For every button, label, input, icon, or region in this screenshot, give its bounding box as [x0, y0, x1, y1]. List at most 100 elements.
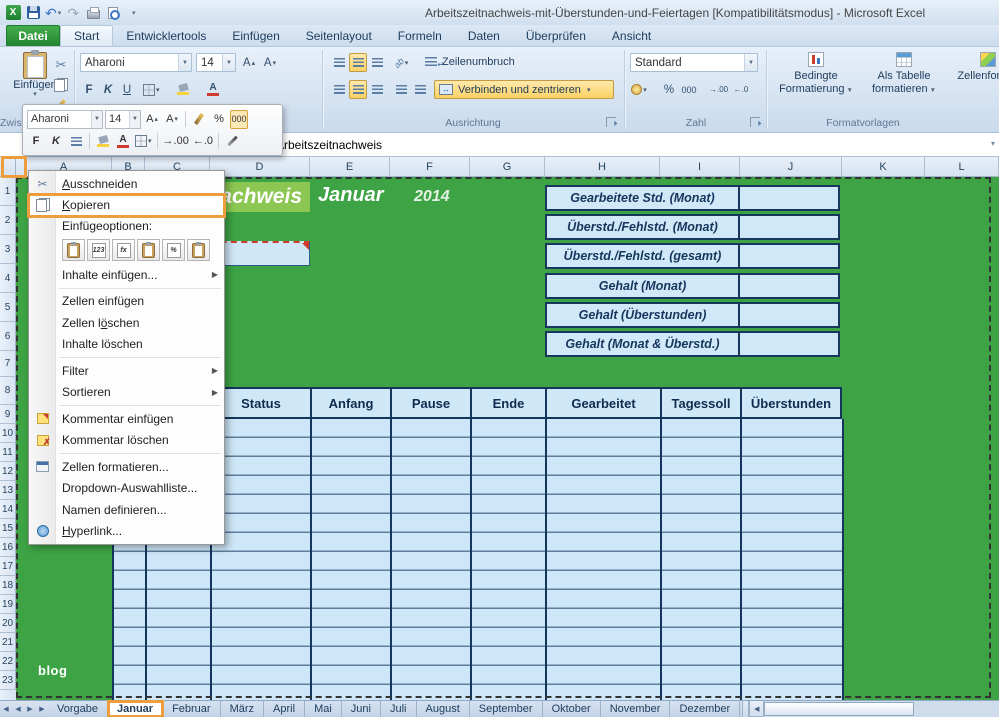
menu-item-kommentar-einfuegen[interactable]: Kommentar einfügen: [29, 408, 224, 430]
row-header-18[interactable]: 18: [0, 576, 16, 595]
cell-styles-button[interactable]: Zellenformat: [948, 52, 999, 83]
row-header-19[interactable]: 19: [0, 595, 16, 614]
menu-item-hyperlink[interactable]: Hyperlink...: [29, 521, 224, 543]
row-header-4[interactable]: 4: [0, 264, 16, 293]
sheet-tab-maerz[interactable]: März: [221, 701, 264, 717]
row-header-22[interactable]: 22: [0, 652, 16, 671]
shrink-font-button[interactable]: A▾: [261, 53, 279, 72]
paste-option-werte[interactable]: 123: [87, 239, 110, 261]
row-header-8[interactable]: 8: [0, 377, 16, 405]
mini-comma-style-button[interactable]: 000: [230, 110, 248, 129]
menu-item-filter[interactable]: Filter▶: [29, 360, 224, 382]
sheet-tab-august[interactable]: August: [417, 701, 470, 717]
first-sheet-button[interactable]: ◀: [0, 701, 12, 717]
row-header-3[interactable]: 3: [0, 235, 16, 264]
column-header-j[interactable]: J: [740, 157, 842, 177]
bold-button[interactable]: F: [80, 80, 98, 99]
sheet-tab-april[interactable]: April: [264, 701, 305, 717]
sheet-tab-januar[interactable]: Januar: [108, 701, 163, 717]
menu-item-kopieren[interactable]: Kopieren: [29, 195, 224, 217]
tab-formeln[interactable]: Formeln: [385, 25, 455, 46]
grow-font-button[interactable]: A▴: [240, 53, 258, 72]
redo-button[interactable]: ↷: [65, 4, 81, 22]
fill-color-button[interactable]: [174, 80, 192, 99]
comment-marked-cell[interactable]: [210, 241, 310, 266]
column-header-d[interactable]: D: [210, 157, 310, 177]
menu-item-zellen-einfuegen[interactable]: Zellen einfügen: [29, 291, 224, 313]
mini-bold-button[interactable]: F: [27, 132, 45, 151]
paste-option-formeln[interactable]: fx: [112, 239, 135, 261]
increase-indent-button[interactable]: [411, 80, 429, 99]
print-button[interactable]: [85, 4, 101, 22]
row-header-15[interactable]: 15: [0, 519, 16, 538]
expand-formula-bar-icon[interactable]: ▾: [991, 139, 995, 148]
row-header-2[interactable]: 2: [0, 206, 16, 235]
orientation-button[interactable]: ab▾: [392, 53, 410, 72]
sheet-tab-oktober[interactable]: Oktober: [543, 701, 601, 717]
tab-daten[interactable]: Daten: [455, 25, 513, 46]
summary-value-cell[interactable]: [738, 214, 840, 240]
italic-button[interactable]: K: [99, 80, 117, 99]
tab-ansicht[interactable]: Ansicht: [599, 25, 664, 46]
mini-font-size-select[interactable]: 14▼: [105, 110, 141, 129]
sheet-tab-mai[interactable]: Mai: [305, 701, 342, 717]
row-header-21[interactable]: 21: [0, 633, 16, 652]
column-header-g[interactable]: G: [470, 157, 545, 177]
mini-font-name-select[interactable]: Aharoni▼: [27, 110, 103, 129]
paste-option-prozentwerte[interactable]: %: [162, 239, 185, 261]
menu-item-namen-definieren[interactable]: Namen definieren...: [29, 499, 224, 521]
menu-item-zellen-formatieren[interactable]: Zellen formatieren...: [29, 456, 224, 478]
mini-format-button[interactable]: [223, 132, 241, 151]
percent-style-button[interactable]: %: [660, 80, 678, 99]
sheet-tab-vorgabe[interactable]: Vorgabe: [48, 701, 108, 717]
save-button[interactable]: [25, 4, 41, 22]
font-color-button[interactable]: A: [204, 80, 222, 99]
menu-item-inhalte-loeschen[interactable]: Inhalte löschen: [29, 334, 224, 356]
sheet-tab-februar[interactable]: Februar: [163, 701, 221, 717]
align-left-button[interactable]: [330, 80, 348, 99]
align-center-button[interactable]: [349, 80, 367, 99]
number-format-select[interactable]: Standard▼: [630, 53, 758, 72]
column-header-k[interactable]: K: [842, 157, 925, 177]
paste-option-einfuegen[interactable]: [62, 239, 85, 261]
font-size-select[interactable]: 14▼: [196, 53, 236, 72]
sheet-tab-juni[interactable]: Juni: [342, 701, 381, 717]
column-header-f[interactable]: F: [390, 157, 470, 177]
mini-font-color-button[interactable]: A: [114, 132, 132, 151]
sheet-tab-september[interactable]: September: [470, 701, 543, 717]
copy-button[interactable]: [52, 75, 70, 94]
mini-format-painter-button[interactable]: [190, 110, 208, 129]
sheet-tab-dezember[interactable]: Dezember: [670, 701, 740, 717]
summary-value-cell[interactable]: [738, 302, 840, 328]
menu-item-zellen-loeschen[interactable]: Zellen löschen: [29, 312, 224, 334]
row-header-20[interactable]: 20: [0, 614, 16, 633]
align-right-button[interactable]: [368, 80, 386, 99]
mini-decrease-decimal-button[interactable]: ←.0: [192, 132, 214, 151]
mini-grow-font-button[interactable]: A▴: [143, 110, 161, 129]
mini-shrink-font-button[interactable]: A▾: [163, 110, 181, 129]
menu-item-dropdown-auswahlliste[interactable]: Dropdown-Auswahlliste...: [29, 478, 224, 500]
format-as-table-button[interactable]: Als Tabelle formatieren▼: [862, 52, 946, 97]
row-header-7[interactable]: 7: [0, 351, 16, 377]
print-preview-button[interactable]: [105, 4, 121, 22]
row-header-13[interactable]: 13: [0, 481, 16, 500]
number-dialog-launcher[interactable]: [750, 117, 760, 127]
summary-value-cell[interactable]: [738, 273, 840, 299]
row-header-10[interactable]: 10: [0, 424, 16, 443]
horizontal-scrollbar[interactable]: [764, 701, 999, 717]
customize-qat-button[interactable]: ▾: [125, 4, 141, 22]
mini-percent-button[interactable]: %: [210, 110, 228, 129]
borders-button[interactable]: ▾: [142, 80, 161, 99]
column-header-h[interactable]: H: [545, 157, 660, 177]
column-header-l[interactable]: L: [925, 157, 999, 177]
formula-bar-text[interactable]: Arbeitszeitnachweis: [276, 133, 382, 157]
decrease-indent-button[interactable]: [392, 80, 410, 99]
paste-option-verknuepfen[interactable]: [187, 239, 210, 261]
underline-button[interactable]: U: [118, 80, 136, 99]
column-header-i[interactable]: I: [660, 157, 740, 177]
align-bottom-button[interactable]: [368, 53, 386, 72]
alignment-dialog-launcher[interactable]: [606, 117, 616, 127]
tab-splitter[interactable]: [742, 701, 749, 717]
undo-button[interactable]: ↶▾: [45, 4, 61, 22]
year-cell[interactable]: 2014: [414, 188, 450, 206]
